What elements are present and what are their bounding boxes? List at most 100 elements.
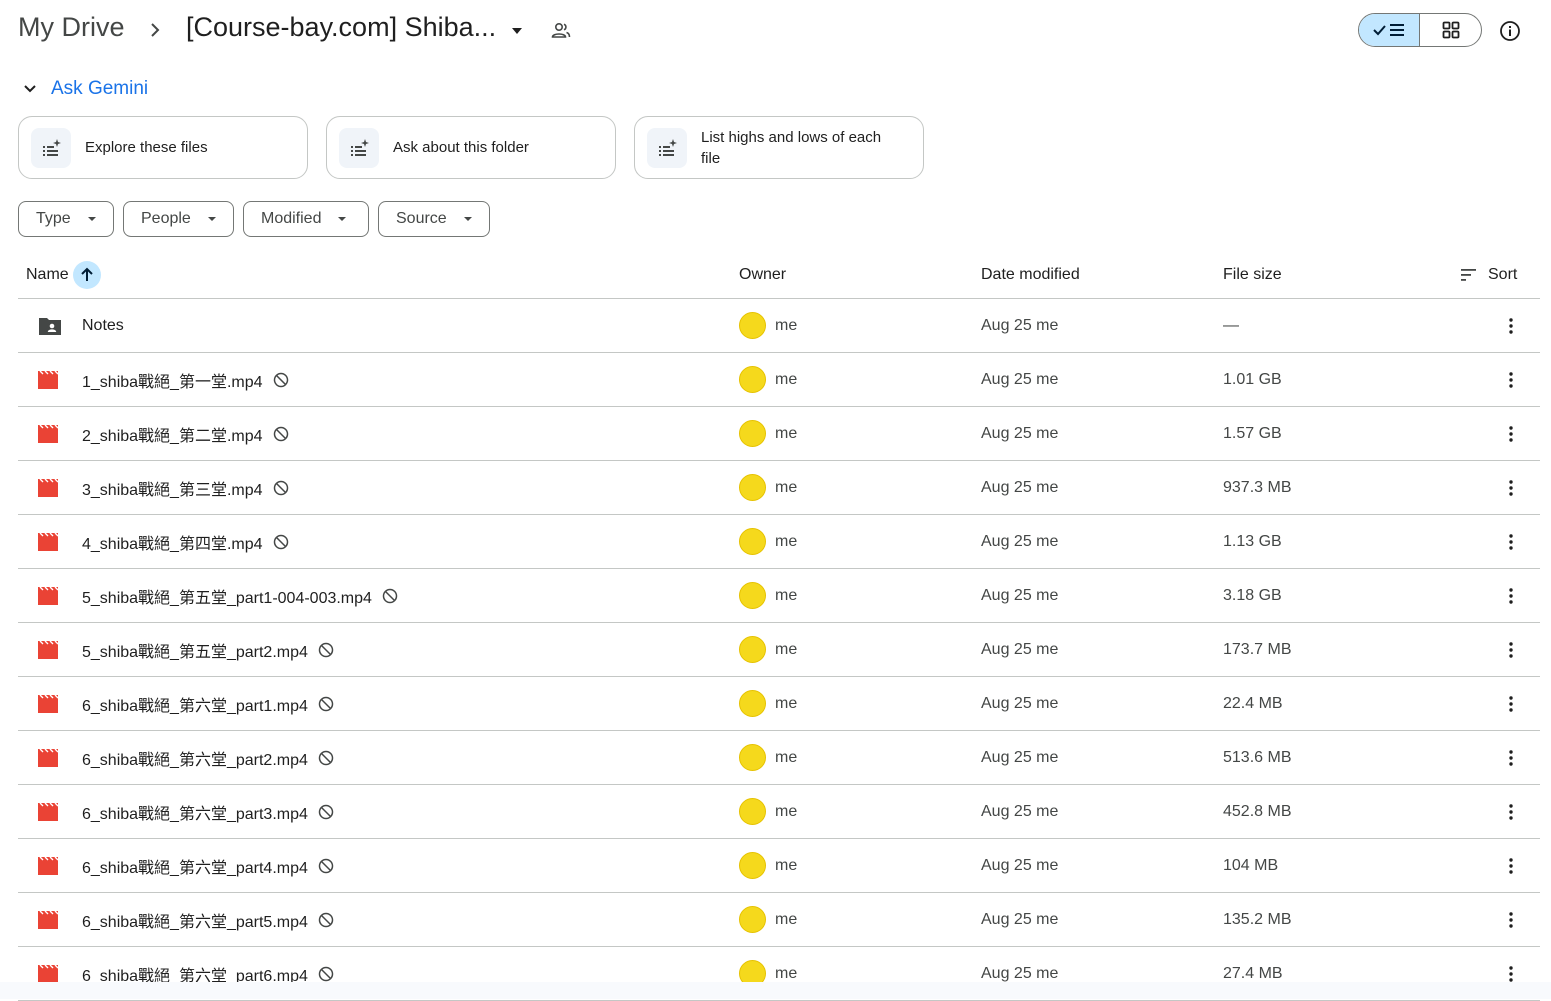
table-row[interactable]: 6_shiba戰絕_第六堂_part4.mp4 me Aug 25 me 104 MB	[18, 839, 1540, 893]
file-name-cell[interactable]: 4_shiba戰絕_第四堂.mp4	[82, 515, 289, 568]
table-row[interactable]: 5_shiba戰絕_第五堂_part2.mp4 me Aug 25 me 173.7 …	[18, 623, 1540, 677]
avatar	[739, 528, 766, 555]
file-name-cell[interactable]: 5_shiba戰絕_第五堂_part2.mp4	[82, 623, 334, 676]
file-name-cell[interactable]: Notes	[82, 299, 124, 352]
date-modified-cell: Aug 25 me	[981, 478, 1059, 496]
file-size-cell: 22.4 MB	[1223, 694, 1283, 712]
blocked-icon	[263, 372, 289, 388]
date-modified-column-header[interactable]: Date modified	[981, 252, 1080, 298]
file-name-cell[interactable]: 2_shiba戰絕_第二堂.mp4	[82, 407, 289, 460]
more-actions-icon[interactable]	[1501, 677, 1521, 730]
suggestion-explore-files[interactable]: Explore these files	[18, 116, 308, 179]
file-name-cell[interactable]: 5_shiba戰絕_第五堂_part1-004-003.mp4	[82, 569, 398, 622]
name-column-header[interactable]: Name	[26, 252, 101, 298]
owner-name: me	[775, 640, 798, 658]
caret-down-icon[interactable]	[508, 22, 526, 40]
file-name-cell[interactable]: 6_shiba戰絕_第六堂_part2.mp4	[82, 731, 334, 784]
file-name-cell[interactable]: 6_shiba戰絕_第六堂_part1.mp4	[82, 677, 334, 730]
file-size-cell: 937.3 MB	[1223, 478, 1292, 496]
table-row[interactable]: 6_shiba戰絕_第六堂_part2.mp4 me Aug 25 me 513.6 …	[18, 731, 1540, 785]
avatar	[739, 420, 766, 447]
file-size-cell: 173.7 MB	[1223, 640, 1292, 658]
file-size-column-header[interactable]: File size	[1223, 252, 1282, 298]
file-size-cell: 513.6 MB	[1223, 748, 1292, 766]
more-actions-icon[interactable]	[1501, 353, 1521, 406]
file-size-cell: —	[1223, 316, 1239, 334]
filter-source-chip[interactable]: Source	[378, 201, 490, 237]
sparkle-list-icon	[31, 127, 71, 168]
blocked-icon	[308, 966, 334, 982]
more-actions-icon[interactable]	[1501, 407, 1521, 460]
file-name: 5_shiba戰絕_第五堂_part2.mp4	[82, 643, 308, 661]
table-row[interactable]: 3_shiba戰絕_第三堂.mp4 me Aug 25 me 937.3 MB	[18, 461, 1540, 515]
table-row[interactable]: 6_shiba戰絕_第六堂_part1.mp4 me Aug 25 me 22.4 M…	[18, 677, 1540, 731]
more-actions-icon[interactable]	[1501, 623, 1521, 676]
date-modified-cell: Aug 25 me	[981, 532, 1059, 550]
filter-type-chip[interactable]: Type	[18, 201, 114, 237]
more-actions-icon[interactable]	[1501, 893, 1521, 946]
owner-name: me	[775, 316, 798, 334]
more-actions-icon[interactable]	[1501, 299, 1521, 352]
more-actions-icon[interactable]	[1501, 461, 1521, 514]
file-name-cell[interactable]: 1_shiba戰絕_第一堂.mp4	[82, 353, 289, 406]
owner-name: me	[775, 910, 798, 928]
shared-folder-people-icon[interactable]	[549, 19, 573, 43]
file-list: Notes me Aug 25 me —1_shiba戰絕_第一堂.mp4 me Aug …	[18, 299, 1540, 1001]
list-view-button[interactable]	[1359, 14, 1421, 46]
caret-down-icon	[207, 217, 216, 221]
owner-name: me	[775, 694, 798, 712]
blocked-icon	[308, 804, 334, 820]
info-icon[interactable]	[1498, 19, 1522, 43]
blocked-icon	[308, 750, 334, 766]
breadcrumb-my-drive[interactable]: My Drive	[18, 12, 125, 43]
owner-name: me	[775, 856, 798, 874]
table-row[interactable]: 2_shiba戰絕_第二堂.mp4 me Aug 25 me 1.57 GB	[18, 407, 1540, 461]
file-name-cell[interactable]: 6_shiba戰絕_第六堂_part4.mp4	[82, 839, 334, 892]
chip-label: Source	[396, 210, 447, 227]
blocked-icon	[263, 480, 289, 496]
owner-cell: me	[739, 461, 797, 514]
table-row[interactable]: 6_shiba戰絕_第六堂_part3.mp4 me Aug 25 me 452.8 …	[18, 785, 1540, 839]
file-name-cell[interactable]: 3_shiba戰絕_第三堂.mp4	[82, 461, 289, 514]
file-name-cell[interactable]: 6_shiba戰絕_第六堂_part3.mp4	[82, 785, 334, 838]
file-name-cell[interactable]: 6_shiba戰絕_第六堂_part5.mp4	[82, 893, 334, 946]
grid-view-button[interactable]	[1420, 14, 1481, 46]
owner-name: me	[775, 370, 798, 388]
date-modified-cell: Aug 25 me	[981, 802, 1059, 820]
suggestion-highs-lows[interactable]: List highs and lows of each file	[634, 116, 924, 179]
caret-down-icon	[338, 217, 347, 221]
sort-button[interactable]: Sort	[1460, 252, 1517, 298]
owner-name: me	[775, 532, 798, 550]
bottom-edge	[0, 982, 1551, 999]
breadcrumb-current-folder[interactable]: [Course-bay.com] Shiba...	[186, 12, 496, 43]
more-actions-icon[interactable]	[1501, 731, 1521, 784]
table-row[interactable]: 5_shiba戰絕_第五堂_part1-004-003.mp4 me Aug 25 …	[18, 569, 1540, 623]
date-modified-cell: Aug 25 me	[981, 910, 1059, 928]
sort-direction-button[interactable]	[72, 261, 101, 289]
owner-cell: me	[739, 515, 797, 568]
owner-column-header[interactable]: Owner	[739, 252, 786, 298]
table-row[interactable]: Notes me Aug 25 me —	[18, 299, 1540, 353]
filter-modified-chip[interactable]: Modified	[243, 201, 369, 237]
suggestion-ask-folder[interactable]: Ask about this folder	[326, 116, 616, 179]
file-size-cell: 1.13 GB	[1223, 532, 1282, 550]
owner-cell: me	[739, 893, 797, 946]
more-actions-icon[interactable]	[1501, 785, 1521, 838]
list-view-check-icon	[1373, 24, 1404, 36]
more-actions-icon[interactable]	[1501, 569, 1521, 622]
filter-people-chip[interactable]: People	[123, 201, 234, 237]
table-row[interactable]: 4_shiba戰絕_第四堂.mp4 me Aug 25 me 1.13 GB	[18, 515, 1540, 569]
video-file-icon	[38, 785, 68, 838]
more-actions-icon[interactable]	[1501, 839, 1521, 892]
view-toggle	[1358, 13, 1482, 47]
owner-cell: me	[739, 353, 797, 406]
date-modified-cell: Aug 25 me	[981, 694, 1059, 712]
chip-label: Modified	[261, 210, 322, 227]
owner-cell: me	[739, 569, 797, 622]
more-actions-icon[interactable]	[1501, 515, 1521, 568]
ask-gemini-toggle[interactable]: Ask Gemini	[18, 74, 148, 104]
video-file-icon	[38, 839, 68, 892]
table-row[interactable]: 6_shiba戰絕_第六堂_part5.mp4 me Aug 25 me 135.2 …	[18, 893, 1540, 947]
table-row[interactable]: 1_shiba戰絕_第一堂.mp4 me Aug 25 me 1.01 GB	[18, 353, 1540, 407]
avatar	[739, 474, 766, 501]
